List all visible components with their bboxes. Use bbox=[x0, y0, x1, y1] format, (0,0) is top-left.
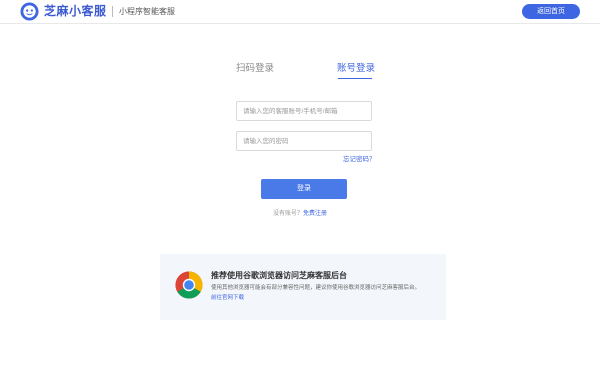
register-prompt: 没有账号？ bbox=[272, 211, 303, 217]
account-input[interactable] bbox=[236, 101, 372, 121]
tab-qr-login[interactable]: 扫码登录 bbox=[236, 62, 274, 76]
login-button[interactable]: 登录 bbox=[261, 179, 347, 199]
browser-recommend-box: 推荐使用谷歌浏览器访问芝麻客服后台 使用其他浏览器可能会有部分兼容性问题，建议你… bbox=[160, 254, 446, 320]
download-link[interactable]: 前往官网下载 bbox=[211, 294, 244, 302]
back-home-button[interactable]: 返回首页 bbox=[522, 4, 580, 19]
active-tab-indicator bbox=[338, 78, 372, 79]
register-row: 没有账号？免费注册 bbox=[0, 210, 600, 218]
login-tabs: 扫码登录 账号登录 bbox=[0, 62, 600, 82]
bot-face-icon[interactable] bbox=[20, 2, 39, 21]
brand-name[interactable]: 芝麻小客服 bbox=[44, 3, 107, 19]
brand-subtitle: 小程序智能客服 bbox=[119, 7, 175, 16]
tab-account-login[interactable]: 账号登录 bbox=[337, 62, 375, 76]
recommend-title: 推荐使用谷歌浏览器访问芝麻客服后台 bbox=[211, 271, 347, 280]
chrome-icon bbox=[175, 271, 203, 299]
top-header: 芝麻小客服 小程序智能客服 返回首页 bbox=[0, 0, 600, 24]
header-divider bbox=[112, 6, 113, 17]
register-link[interactable]: 免费注册 bbox=[303, 211, 327, 217]
password-input[interactable] bbox=[236, 131, 372, 151]
recommend-description: 使用其他浏览器可能会有部分兼容性问题，建议你使用谷歌浏览器访问芝麻客服后台。 bbox=[211, 285, 421, 291]
forgot-password-link[interactable]: 忘记密码？ bbox=[343, 155, 376, 164]
